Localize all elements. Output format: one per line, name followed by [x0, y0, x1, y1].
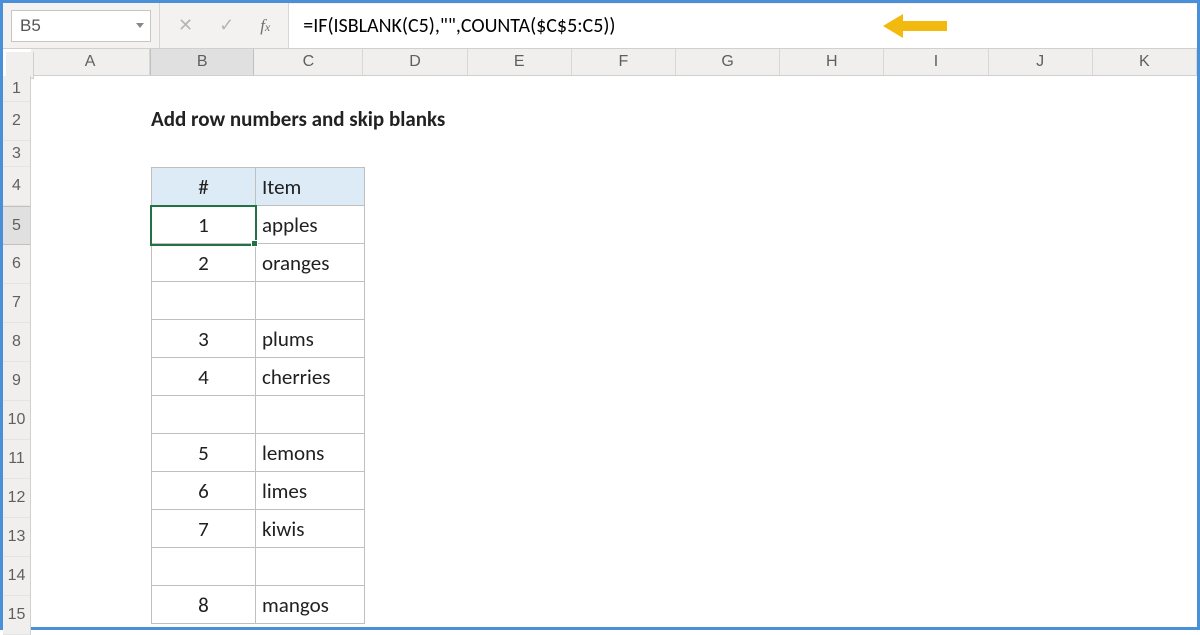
- table-row: 4cherries: [152, 358, 365, 396]
- data-table: # Item 1apples 2oranges 3plums 4cherries…: [151, 167, 365, 624]
- cell-item[interactable]: [256, 548, 365, 586]
- table-row: 2oranges: [152, 244, 365, 282]
- row-headers: 1 2 3 4 5 6 7 8 9 10 11 12 13 14 15: [3, 76, 31, 635]
- cell-num[interactable]: [152, 548, 256, 586]
- cell-num[interactable]: 8: [152, 586, 256, 624]
- row-header-10[interactable]: 10: [3, 401, 30, 440]
- cell-num[interactable]: 3: [152, 320, 256, 358]
- col-header-D[interactable]: D: [363, 49, 467, 75]
- row-header-9[interactable]: 9: [3, 362, 30, 401]
- callout-arrow-icon: [883, 11, 947, 41]
- formula-bar-buttons: ✕ ✓ fx: [160, 3, 289, 48]
- table-row: 1apples: [152, 206, 365, 244]
- row-header-2[interactable]: 2: [3, 102, 30, 141]
- cell-num[interactable]: 6: [152, 472, 256, 510]
- col-header-A[interactable]: A: [31, 49, 150, 75]
- cell-item[interactable]: [256, 282, 365, 320]
- worksheet[interactable]: Add row numbers and skip blanks # Item 1…: [31, 76, 1197, 635]
- cell-item[interactable]: oranges: [256, 244, 365, 282]
- fx-icon[interactable]: fx: [260, 16, 270, 36]
- row-header-1[interactable]: 1: [3, 76, 30, 102]
- row-header-3[interactable]: 3: [3, 141, 30, 167]
- table-row: 5lemons: [152, 434, 365, 472]
- table-row: 8mangos: [152, 586, 365, 624]
- row-header-5[interactable]: 5: [3, 206, 30, 245]
- cell-num[interactable]: 7: [152, 510, 256, 548]
- cell-item[interactable]: limes: [256, 472, 365, 510]
- table-row: 6limes: [152, 472, 365, 510]
- row-header-11[interactable]: 11: [3, 440, 30, 479]
- cell-item[interactable]: apples: [256, 206, 365, 244]
- col-header-J[interactable]: J: [989, 49, 1093, 75]
- cancel-icon[interactable]: ✕: [178, 15, 193, 36]
- enter-icon[interactable]: ✓: [219, 15, 234, 36]
- row-header-14[interactable]: 14: [3, 557, 30, 596]
- row-header-6[interactable]: 6: [3, 245, 30, 284]
- cell-item[interactable]: mangos: [256, 586, 365, 624]
- cell-num[interactable]: 5: [152, 434, 256, 472]
- row-header-13[interactable]: 13: [3, 518, 30, 557]
- name-box-wrap: B5: [3, 3, 160, 48]
- cell-num[interactable]: 1: [152, 206, 256, 244]
- row-header-7[interactable]: 7: [3, 284, 30, 323]
- col-header-F[interactable]: F: [572, 49, 676, 75]
- name-box[interactable]: B5: [11, 10, 151, 42]
- row-header-15[interactable]: 15: [3, 596, 30, 635]
- cell-num[interactable]: [152, 396, 256, 434]
- page-title: Add row numbers and skip blanks: [151, 106, 445, 132]
- formula-text: =IF(ISBLANK(C5),"",COUNTA($C$5:C5)): [303, 14, 615, 38]
- cell-item[interactable]: lemons: [256, 434, 365, 472]
- header-num[interactable]: #: [152, 168, 256, 206]
- cell-item[interactable]: [256, 396, 365, 434]
- col-header-K[interactable]: K: [1093, 49, 1197, 75]
- cell-num[interactable]: 4: [152, 358, 256, 396]
- cell-num[interactable]: 2: [152, 244, 256, 282]
- chevron-down-icon: [136, 23, 144, 28]
- table-row: [152, 282, 365, 320]
- table-row: [152, 548, 365, 586]
- table-header-row: # Item: [152, 168, 365, 206]
- table-row: 3plums: [152, 320, 365, 358]
- col-header-E[interactable]: E: [468, 49, 572, 75]
- col-header-I[interactable]: I: [884, 49, 988, 75]
- column-headers: A B C D E F G H I J K: [31, 49, 1197, 76]
- formula-input[interactable]: =IF(ISBLANK(C5),"",COUNTA($C$5:C5)): [289, 3, 1197, 48]
- row-header-4[interactable]: 4: [3, 167, 30, 206]
- cell-item[interactable]: plums: [256, 320, 365, 358]
- row-header-12[interactable]: 12: [3, 479, 30, 518]
- col-header-C[interactable]: C: [254, 49, 363, 75]
- select-all-corner[interactable]: [6, 52, 34, 79]
- header-item[interactable]: Item: [256, 168, 365, 206]
- name-box-value: B5: [20, 16, 41, 36]
- table-row: [152, 396, 365, 434]
- row-header-8[interactable]: 8: [3, 323, 30, 362]
- formula-bar: B5 ✕ ✓ fx =IF(ISBLANK(C5),"",COUNTA($C$5…: [3, 3, 1197, 49]
- col-header-B[interactable]: B: [150, 49, 254, 75]
- table-row: 7kiwis: [152, 510, 365, 548]
- cell-item[interactable]: cherries: [256, 358, 365, 396]
- col-header-G[interactable]: G: [676, 49, 780, 75]
- cell-num[interactable]: [152, 282, 256, 320]
- grid: 1 2 3 4 5 6 7 8 9 10 11 12 13 14 15 Add …: [3, 76, 1197, 635]
- col-header-H[interactable]: H: [780, 49, 884, 75]
- cell-item[interactable]: kiwis: [256, 510, 365, 548]
